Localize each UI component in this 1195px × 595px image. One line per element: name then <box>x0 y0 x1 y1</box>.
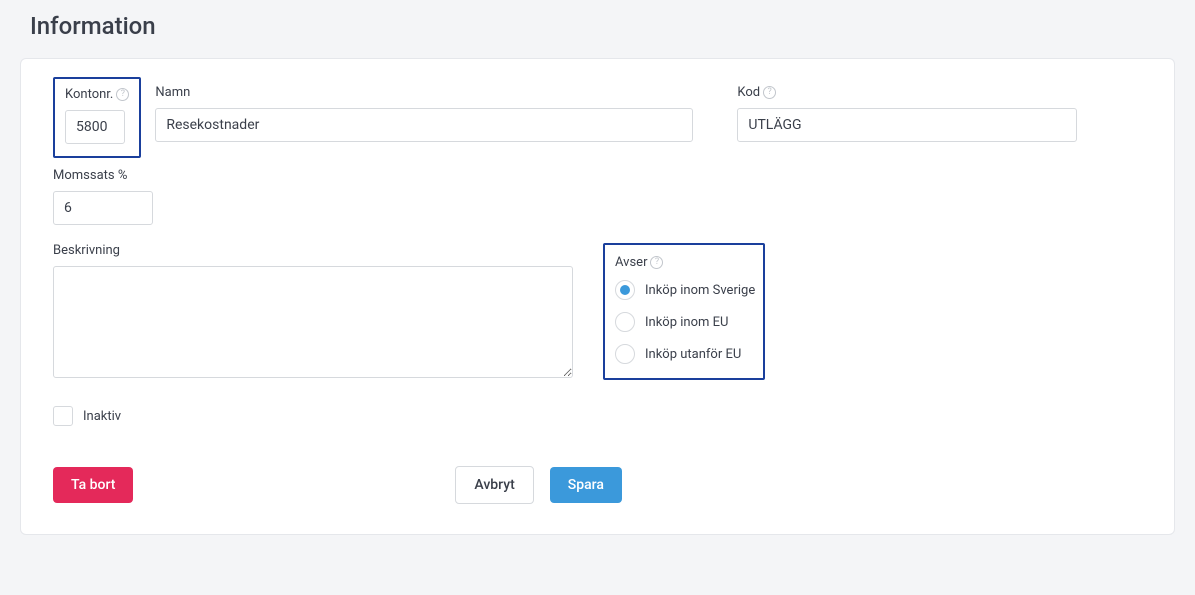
radio-circle <box>615 280 635 300</box>
avser-highlight: Avser ? Inköp inom Sverige Inköp inom EU… <box>603 243 765 380</box>
avser-label: Avser ? <box>615 255 749 270</box>
help-icon[interactable]: ? <box>116 88 129 101</box>
cancel-button[interactable]: Avbryt <box>455 466 533 504</box>
radio-circle <box>615 312 635 332</box>
inaktiv-label: Inaktiv <box>83 409 121 424</box>
namn-label: Namn <box>155 85 693 100</box>
inaktiv-checkbox[interactable] <box>53 406 73 426</box>
help-icon[interactable]: ? <box>763 86 776 99</box>
beskrivning-label: Beskrivning <box>53 243 573 258</box>
help-icon[interactable]: ? <box>650 256 663 269</box>
avser-label-text: Avser <box>615 255 647 270</box>
radio-label: Inköp inom EU <box>645 315 728 330</box>
kod-label-text: Kod <box>737 85 760 100</box>
avser-option-inkop-utanfor-eu[interactable]: Inköp utanför EU <box>615 344 749 364</box>
save-button[interactable]: Spara <box>550 467 622 503</box>
kod-input[interactable] <box>737 108 1077 142</box>
beskrivning-textarea[interactable] <box>53 266 573 378</box>
page-title: Information <box>30 12 1165 40</box>
avser-option-inkop-eu[interactable]: Inköp inom EU <box>615 312 749 332</box>
kontonr-label: Kontonr. ? <box>65 87 129 102</box>
kontonr-highlight: Kontonr. ? <box>53 77 141 158</box>
avser-radio-group: Inköp inom Sverige Inköp inom EU Inköp u… <box>615 280 749 364</box>
kontonr-input[interactable] <box>65 110 125 144</box>
inaktiv-checkbox-row[interactable]: Inaktiv <box>53 406 1142 426</box>
radio-circle <box>615 344 635 364</box>
momssats-label: Momssats % <box>53 168 1142 183</box>
kontonr-label-text: Kontonr. <box>65 87 113 102</box>
radio-dot <box>620 285 630 295</box>
namn-input[interactable] <box>155 108 693 142</box>
momssats-input[interactable] <box>53 191 153 225</box>
form-card: Kontonr. ? Namn Kod ? Momssats % Beskriv <box>20 58 1175 535</box>
radio-label: Inköp inom Sverige <box>645 283 755 298</box>
delete-button[interactable]: Ta bort <box>53 467 133 503</box>
kod-label: Kod ? <box>737 85 1077 100</box>
avser-option-inkop-sverige[interactable]: Inköp inom Sverige <box>615 280 749 300</box>
radio-label: Inköp utanför EU <box>645 347 741 362</box>
